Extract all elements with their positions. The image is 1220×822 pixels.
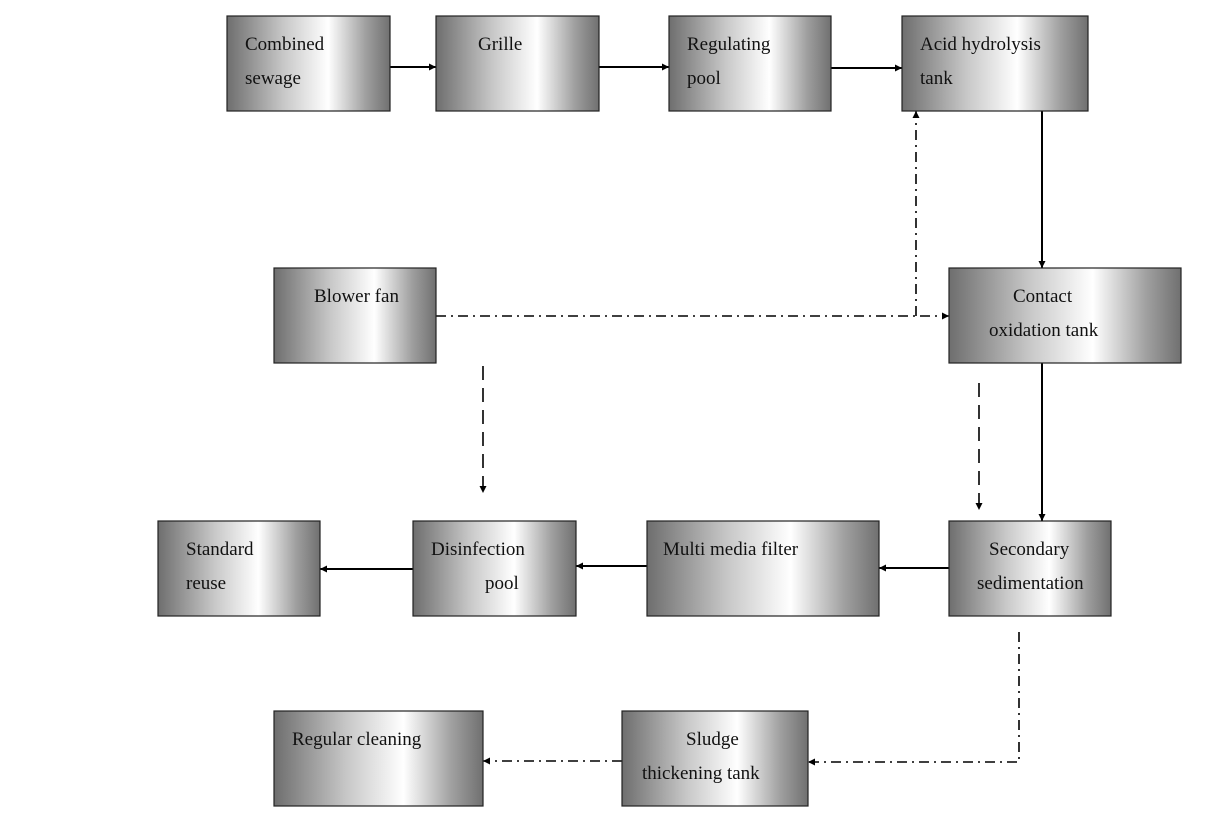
node-grille: Grille [435, 15, 600, 112]
node-label: Sludge [686, 729, 739, 750]
node-disinfection-pool: Disinfection pool [412, 520, 577, 617]
node-box [157, 520, 321, 617]
node-contact-oxidation-tank: Contact oxidation tank [948, 267, 1182, 364]
node-regular-cleaning: Regular cleaning [273, 710, 484, 807]
node-label: Standard [186, 539, 254, 560]
node-box [646, 520, 880, 617]
node-standard-reuse: Standard reuse [157, 520, 321, 617]
node-box [621, 710, 809, 807]
node-label: Grille [478, 34, 522, 55]
node-label: thickening tank [642, 763, 760, 784]
node-box [901, 15, 1089, 112]
node-label: sedimentation [977, 573, 1084, 594]
node-sludge-thickening-tank: Sludge thickening tank [621, 710, 809, 807]
node-label: pool [485, 573, 519, 594]
node-label: Acid hydrolysis [920, 34, 1041, 55]
node-box [273, 267, 437, 364]
node-label: sewage [245, 68, 301, 89]
node-box [273, 710, 484, 807]
process-flow-diagram: Combined sewage Grille Regulating pool Acid h… [157, 15, 1182, 807]
edge-secondary-sedimentation-to-sludge-thickening-tank [808, 632, 1020, 766]
node-label: Regulating [687, 34, 771, 55]
node-label: Blower fan [314, 286, 399, 307]
node-label: oxidation tank [989, 320, 1099, 341]
node-regulating-pool: Regulating pool [668, 15, 832, 112]
node-box [948, 267, 1182, 364]
node-acid-hydrolysis-tank: Acid hydrolysis tank [901, 15, 1089, 112]
node-box [948, 520, 1112, 617]
node-combined-sewage: Combined sewage [226, 15, 391, 112]
node-box [435, 15, 600, 112]
node-box [226, 15, 391, 112]
node-label: Combined [245, 34, 325, 55]
node-label: Secondary [989, 539, 1070, 560]
node-label: Regular cleaning [292, 729, 422, 750]
node-box [412, 520, 577, 617]
node-label: Disinfection [431, 539, 525, 560]
node-multi-media-filter: Multi media filter [646, 520, 880, 617]
node-label: Multi media filter [663, 539, 799, 560]
node-box [668, 15, 832, 112]
node-label: reuse [186, 573, 226, 594]
node-blower-fan: Blower fan [273, 267, 437, 364]
node-label: Contact [1013, 286, 1073, 307]
node-label: pool [687, 68, 721, 89]
node-secondary-sedimentation: Secondary sedimentation [948, 520, 1112, 617]
node-label: tank [920, 68, 953, 89]
